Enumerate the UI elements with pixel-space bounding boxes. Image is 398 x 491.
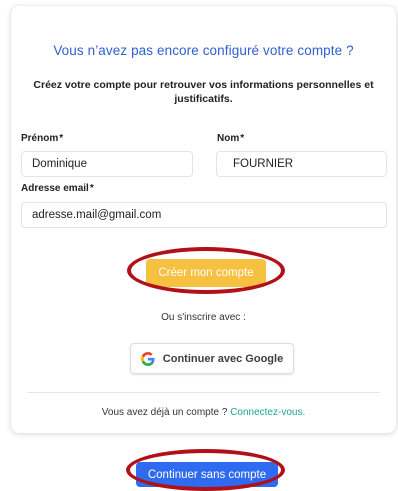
first-name-required-mark: * [59, 133, 64, 144]
create-account-button[interactable]: Créer mon compte [146, 259, 266, 287]
email-label-text: Adresse email [21, 183, 89, 194]
last-name-required-mark: * [240, 133, 245, 144]
login-link[interactable]: Connectez-vous. [230, 407, 305, 418]
or-signup-with-text: Ou s'inscrire avec : [161, 312, 246, 323]
continue-without-account-button[interactable]: Continuer sans compte [136, 462, 278, 487]
page-subtitle: Créez votre compte pour retrouver vos in… [33, 79, 374, 105]
signup-card: Vous n’avez pas encore configuré votre c… [11, 6, 396, 433]
divider [27, 392, 380, 393]
first-name-label-text: Prénom [21, 133, 59, 144]
first-name-field[interactable] [21, 151, 193, 177]
google-g-icon [140, 351, 155, 366]
last-name-field[interactable] [216, 151, 387, 177]
last-name-label: Nom* [217, 133, 244, 144]
email-required-mark: * [89, 183, 94, 194]
google-signup-label: Continuer avec Google [162, 352, 284, 365]
login-prompt: Vous avez déjà un compte ? Connectez-vou… [11, 407, 396, 418]
last-name-label-text: Nom [217, 133, 240, 144]
first-name-label: Prénom* [21, 133, 63, 144]
email-label: Adresse email* [21, 183, 94, 194]
login-prompt-text: Vous avez déjà un compte ? [101, 407, 231, 418]
email-field[interactable] [21, 202, 387, 228]
page-title: Vous n’avez pas encore configuré votre c… [53, 43, 354, 58]
google-signup-button[interactable]: Continuer avec Google [130, 343, 294, 374]
